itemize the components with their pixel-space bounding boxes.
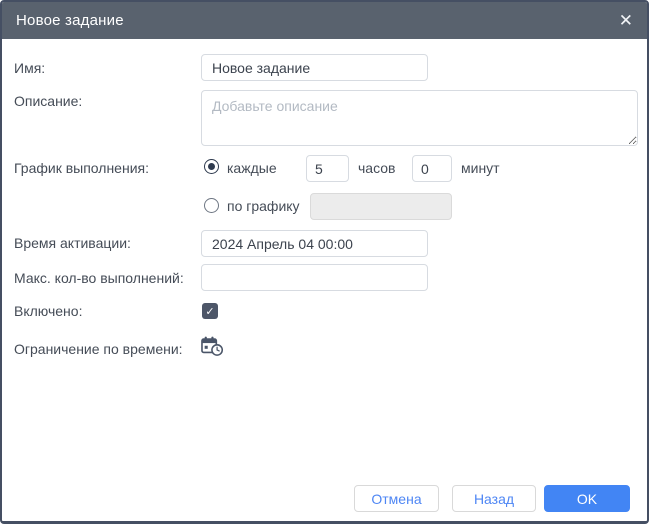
enabled-checkbox[interactable]: ✓ [202,303,218,319]
max-executions-label: Макс. кол-во выполнений: [14,270,184,286]
close-icon[interactable]: ✕ [619,2,633,39]
activation-time-label: Время активации: [14,235,131,251]
time-limit-label: Ограничение по времени: [14,341,183,357]
cron-input[interactable] [310,193,452,220]
hours-unit-label: часов [358,160,395,176]
hours-input[interactable] [306,155,349,182]
ok-button[interactable]: OK [544,485,630,512]
radio-by-schedule[interactable] [204,198,219,213]
activation-time-input[interactable] [201,230,428,257]
dialog-body: Имя: Описание: График выполнения: каждые… [2,39,647,521]
dialog-header: Новое задание ✕ [2,2,647,39]
dialog-title: Новое задание [16,12,124,29]
cancel-button[interactable]: Отмена [354,485,439,512]
radio-every[interactable] [204,159,219,174]
minutes-unit-label: минут [461,160,500,176]
back-button[interactable]: Назад [452,485,536,512]
radio-by-schedule-label: по графику [227,198,300,214]
description-label: Описание: [14,93,82,109]
schedule-label: График выполнения: [14,160,149,176]
description-textarea[interactable] [201,90,638,146]
name-label: Имя: [14,60,45,76]
enabled-label: Включено: [14,303,82,319]
calendar-clock-icon[interactable] [201,336,224,358]
new-task-dialog: Новое задание ✕ Имя: Описание: График вы… [0,0,649,524]
name-input[interactable] [201,54,428,81]
max-executions-input[interactable] [201,264,428,291]
radio-every-label: каждые [227,160,277,176]
minutes-input[interactable] [412,155,452,182]
